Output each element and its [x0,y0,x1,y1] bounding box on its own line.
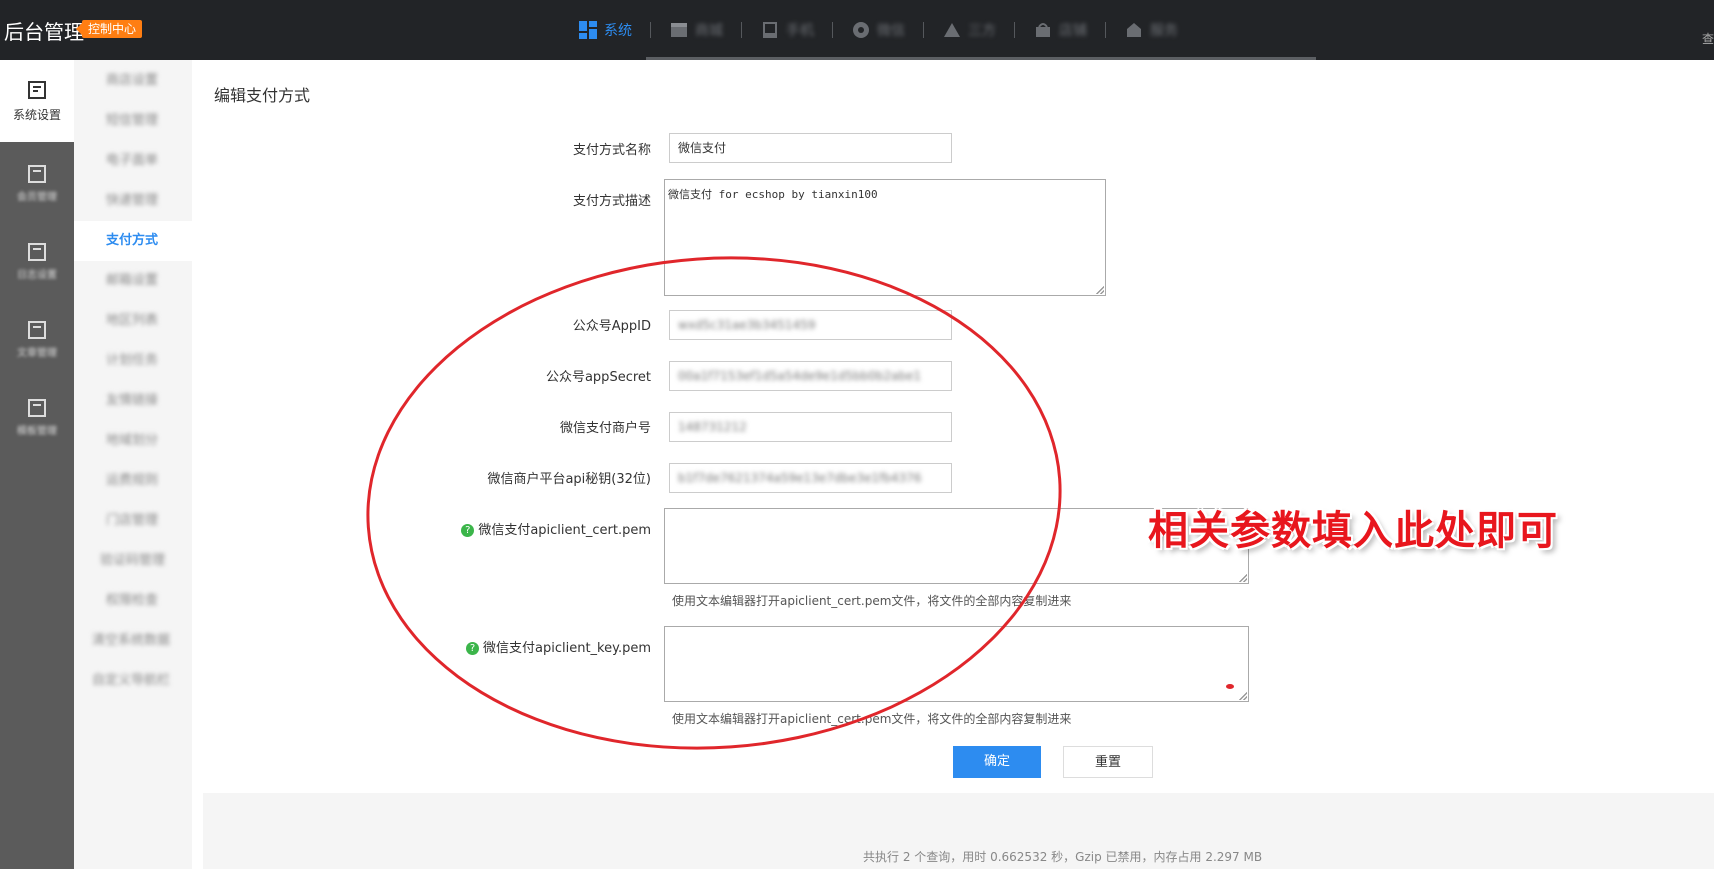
submenu-item[interactable]: 验证码管理 [74,541,192,581]
submenu-item[interactable]: 自定义导航栏 [74,661,192,701]
page-title: 编辑支付方式 [214,86,311,105]
store-icon [671,23,687,37]
submenu: 商店设置 短信管理 电子面单 快递管理 支付方式 邮箱设置 地区列表 计划任务 … [74,60,192,869]
apikey-label: 微信商户平台api秘钥(32位) [487,472,651,487]
appid-label: 公众号AppID [572,319,651,334]
brand-title: 后台管理 [4,20,84,44]
submenu-item[interactable]: 快递管理 [74,181,192,221]
nav-thirdparty[interactable]: 三方 [924,0,1014,60]
mchid-label: 微信支付商户号 [559,421,651,436]
top-right-link[interactable]: 查 [1702,30,1714,47]
doc-icon [28,398,46,417]
doc-icon [28,320,46,339]
annotation-text: 相关参数填入此处即可 [1148,508,1558,554]
submenu-item[interactable]: 邮箱设置 [74,261,192,301]
mobile-icon [763,22,777,38]
payment-name-input[interactable]: 微信支付 [669,133,952,163]
submenu-item[interactable]: 地域划分 [74,421,192,461]
nav-shop-label: 店铺 [1059,23,1087,39]
shop-icon [1036,23,1050,37]
key-textarea[interactable] [664,626,1249,702]
confirm-button[interactable]: 确定 [953,746,1041,778]
leftbar-item-label: 系统设置 [12,107,61,122]
key-label: ? 微信支付apiclient_key.pem [466,637,651,656]
nav-system-label: 系统 [604,23,632,39]
leftbar-item-label: 日志设置 [17,269,57,281]
top-nav: 系统 商城 手机 微信 三方 店铺 服务 [560,0,1196,60]
submenu-item[interactable]: 权限检查 [74,581,192,621]
grid-icon [579,21,597,39]
control-center-badge[interactable]: 控制中心 [75,20,143,38]
leftbar-item-system-settings[interactable]: 系统设置 [0,60,74,142]
submenu-item[interactable]: 清空系统数据 [74,621,192,661]
doc-icon [28,242,46,261]
leftbar-item-label: 文章管理 [17,347,57,359]
resize-grip[interactable] [1239,574,1247,582]
nav-shop[interactable]: 店铺 [1015,0,1105,60]
wechat-icon [853,22,869,38]
help-icon[interactable]: ? [466,642,479,655]
settings-doc-icon [28,80,46,99]
top-bar: 后台管理 控制中心 系统 商城 手机 微信 三方 店铺 服务 查 [0,0,1714,60]
submenu-item[interactable]: 门店管理 [74,501,192,541]
doc-icon [28,164,46,183]
apikey-input[interactable]: b1f7de7621374a59e13e7dbe3e1fb4376 [669,463,952,493]
leftbar-item-label: 会员管理 [17,191,57,203]
cert-label: ? 微信支付apiclient_cert.pem [461,519,651,538]
appid-input[interactable]: wxd5c31ae3b3451459 [669,310,952,340]
submenu-item[interactable]: 计划任务 [74,341,192,381]
leftbar-item-logs[interactable]: 日志设置 [0,226,74,296]
nav-system[interactable]: 系统 [560,0,650,60]
cert-hint: 使用文本编辑器打开apiclient_cert.pem文件，将文件的全部内容复制… [672,594,1072,608]
resize-grip[interactable] [1239,692,1247,700]
nav-store[interactable]: 商城 [651,0,741,60]
submenu-item[interactable]: 商店设置 [74,61,192,101]
nav-mobile-label: 手机 [786,23,814,39]
service-icon [1127,23,1141,37]
nav-service-label: 服务 [1150,23,1178,39]
leftbar-item-label: 模板管理 [17,425,57,437]
leftbar-item-templates[interactable]: 模板管理 [0,382,74,452]
nav-mobile[interactable]: 手机 [742,0,832,60]
help-icon[interactable]: ? [461,524,475,537]
nav-service[interactable]: 服务 [1106,0,1196,60]
nav-thirdparty-label: 三方 [968,23,996,39]
triangle-icon [944,23,960,37]
submenu-item[interactable]: 电子面单 [74,141,192,181]
payment-desc-label: 支付方式描述 [572,194,651,209]
submenu-item[interactable]: 短信管理 [74,101,192,141]
reset-button[interactable]: 重置 [1063,746,1153,778]
leftbar-item-members[interactable]: 会员管理 [0,148,74,218]
submenu-item[interactable]: 地区列表 [74,301,192,341]
submenu-item[interactable]: 友情链接 [74,381,192,421]
annotation-dot [1226,684,1234,689]
footer-stats: 共执行 2 个查询，用时 0.662532 秒，Gzip 已禁用，内存占用 2.… [863,850,1263,864]
left-icon-bar: 系统设置 会员管理 日志设置 文章管理 模板管理 [0,60,74,869]
nav-store-label: 商城 [695,23,723,39]
leftbar-item-articles[interactable]: 文章管理 [0,304,74,374]
resize-grip[interactable] [1096,286,1104,294]
appsecret-label: 公众号appSecret [545,370,651,385]
nav-wechat-label: 微信 [877,23,905,39]
payment-desc-textarea[interactable]: 微信支付 for ecshop by tianxin100 [664,179,1106,296]
appsecret-input[interactable]: 00a1f7153ef1d5a54de9e1d5bb0b2abe1 [669,361,952,391]
payment-name-label: 支付方式名称 [572,143,651,158]
submenu-item-payment[interactable]: 支付方式 [74,221,192,261]
mchid-input[interactable]: 148731212 [669,412,952,442]
nav-wechat[interactable]: 微信 [833,0,923,60]
key-hint: 使用文本编辑器打开apiclient_cert.pem文件，将文件的全部内容复制… [672,712,1072,726]
submenu-item[interactable]: 运费规则 [74,461,192,501]
